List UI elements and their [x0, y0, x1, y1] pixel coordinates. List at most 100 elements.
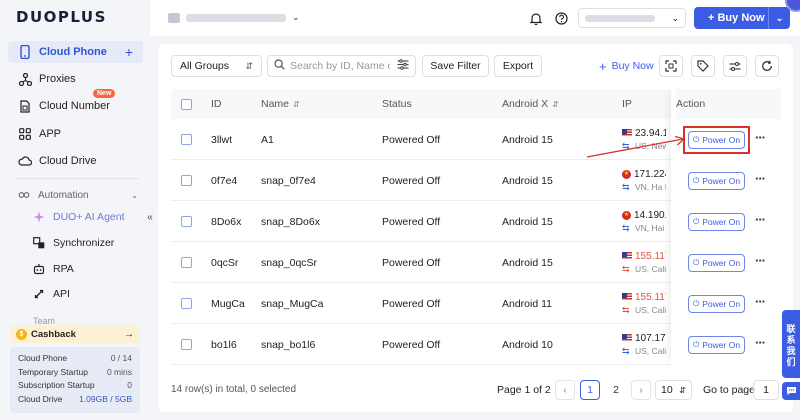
power-on-button[interactable]: ⏻ Power On — [688, 295, 745, 313]
page-size-select[interactable]: 10 ⇵ — [655, 380, 692, 400]
us-flag-icon — [622, 334, 632, 342]
quota-value: 0 / 14 — [110, 353, 132, 363]
sort-icon[interactable]: ⇵ — [552, 100, 559, 109]
export-button[interactable]: Export — [494, 55, 542, 77]
row-checkbox[interactable] — [181, 298, 192, 309]
ip-location: US, Cali — [635, 304, 666, 315]
bell-icon[interactable] — [528, 10, 544, 26]
row-checkbox[interactable] — [181, 175, 192, 186]
buy-now-link[interactable]: + Buy Now — [599, 55, 654, 77]
quota-value: 0 — [127, 380, 132, 390]
more-options-icon[interactable]: ··· — [755, 212, 766, 227]
column-header-id: ID — [211, 98, 222, 110]
cell-id: 3llwt — [211, 133, 233, 146]
vietnam-flag-icon: ★ — [622, 169, 631, 179]
row-checkbox[interactable] — [181, 134, 192, 145]
quota-row: Cloud Phone 0 / 14 — [18, 352, 132, 366]
automation-icon — [18, 189, 32, 201]
column-header-android[interactable]: Android X ⇵ — [502, 89, 559, 119]
workspace-name-redacted — [186, 13, 286, 22]
buy-now-dropdown-icon[interactable]: ⌄ — [769, 13, 790, 24]
sidebar-item-cloud-number[interactable]: Cloud Number New — [8, 89, 143, 117]
power-on-label: Power On — [702, 217, 741, 227]
page-button-2[interactable]: 2 — [606, 380, 626, 400]
ip-address: 14.190. — [634, 209, 666, 221]
contact-us-tab[interactable]: 联 系 我 们 — [782, 310, 800, 378]
search-box[interactable] — [267, 55, 416, 77]
quota-value: 1.09GB / 5GB — [79, 393, 132, 404]
buy-now-button[interactable]: + Buy Now ⌄ — [694, 7, 790, 29]
quota-label: Cloud Phone — [18, 353, 68, 363]
workspace-selector[interactable]: ⌄ — [168, 12, 300, 23]
quota-label: Cloud Drive — [18, 393, 63, 404]
cell-id: MugCa — [211, 297, 245, 310]
cell-name: snap_8Do6x — [261, 215, 320, 228]
cashback-banner[interactable]: $ Cashback → — [10, 325, 140, 343]
cell-name: snap_0qcSr — [261, 256, 318, 269]
group-select[interactable]: All Groups ⇵ — [171, 55, 262, 77]
tag-icon[interactable] — [691, 55, 715, 77]
settings-sliders-icon[interactable] — [723, 55, 747, 77]
quota-row: Subscription Startup 0 — [18, 379, 132, 393]
sidebar-item-cloud-phone[interactable]: Cloud Phone + — [8, 41, 143, 63]
chevron-down-icon: ⌄ — [292, 12, 300, 22]
power-on-button[interactable]: ⏻ Power On — [688, 213, 745, 231]
select-all-checkbox[interactable] — [181, 98, 192, 110]
column-header-ip: IP — [622, 98, 632, 110]
sidebar-item-app[interactable]: APP — [8, 123, 143, 145]
collapse-sidebar-icon[interactable]: « — [143, 210, 157, 224]
contact-char: 系 — [786, 335, 796, 345]
search-input[interactable] — [290, 60, 390, 72]
more-options-icon[interactable]: ··· — [755, 335, 766, 350]
account-name-redacted — [585, 14, 655, 22]
save-filter-button[interactable]: Save Filter — [422, 55, 489, 77]
automation-section-header[interactable]: Automation ⌄ — [18, 189, 138, 201]
goto-page-input[interactable]: 1 — [753, 380, 779, 400]
sidebar-item-proxies[interactable]: Proxies — [8, 68, 143, 90]
sidebar-item-cloud-drive[interactable]: Cloud Drive — [8, 150, 143, 172]
sidebar-item-rpa[interactable]: RPA — [26, 259, 144, 279]
column-header-action: Action — [676, 89, 781, 119]
more-options-icon[interactable]: ··· — [755, 171, 766, 186]
next-page-button[interactable]: › — [631, 380, 651, 400]
page-indicator: Page 1 of 2 — [497, 384, 551, 396]
contact-char: 我 — [786, 346, 796, 356]
cell-android: Android 10 — [502, 338, 553, 351]
add-cloud-phone-icon[interactable]: + — [125, 44, 133, 60]
chevron-updown-icon: ⇵ — [679, 385, 686, 395]
refresh-icon[interactable] — [755, 55, 779, 77]
row-checkbox[interactable] — [181, 216, 192, 227]
goto-page-label: Go to page — [703, 384, 755, 396]
sidebar-item-api[interactable]: API — [26, 284, 144, 304]
sidebar: DUOPLUS Cloud Phone + Proxies Cloud Numb… — [0, 0, 150, 420]
chat-bubble-icon[interactable] — [782, 382, 800, 400]
page-button-1[interactable]: 1 — [580, 380, 600, 400]
duoplus-logo[interactable]: DUOPLUS — [16, 8, 107, 26]
row-checkbox[interactable] — [181, 339, 192, 350]
cell-status: Powered Off — [382, 215, 441, 228]
row-checkbox[interactable] — [181, 257, 192, 268]
more-options-icon[interactable]: ··· — [755, 294, 766, 309]
power-icon: ⏻ — [692, 217, 700, 226]
power-on-button[interactable]: ⏻ Power On — [688, 172, 745, 190]
help-icon[interactable] — [553, 10, 569, 26]
scan-icon[interactable] — [659, 55, 683, 77]
column-header-name[interactable]: Name ⇵ — [261, 89, 300, 119]
ip-address: 155.117. — [635, 250, 666, 262]
power-on-button[interactable]: ⏻ Power On — [688, 254, 745, 272]
sidebar-item-ai-agent[interactable]: DUO+ AI Agent — [26, 207, 144, 227]
cell-name: A1 — [261, 133, 274, 146]
filter-sliders-icon[interactable] — [397, 59, 409, 73]
sort-icon[interactable]: ⇵ — [293, 100, 300, 109]
prev-page-button[interactable]: ‹ — [555, 380, 575, 400]
power-on-button[interactable]: ⏻ Power On — [688, 336, 745, 354]
new-badge: New — [93, 89, 116, 98]
quota-row: Cloud Drive 1.09GB / 5GB — [18, 393, 132, 407]
more-options-icon[interactable]: ··· — [755, 130, 766, 145]
sidebar-item-synchronizer[interactable]: Synchronizer — [26, 233, 144, 253]
cell-status: Powered Off — [382, 338, 441, 351]
more-options-icon[interactable]: ··· — [755, 253, 766, 268]
sidebar-item-label: RPA — [53, 263, 74, 275]
account-selector[interactable]: ⌄ — [578, 8, 686, 28]
sidebar-item-label: Synchronizer — [53, 237, 115, 249]
